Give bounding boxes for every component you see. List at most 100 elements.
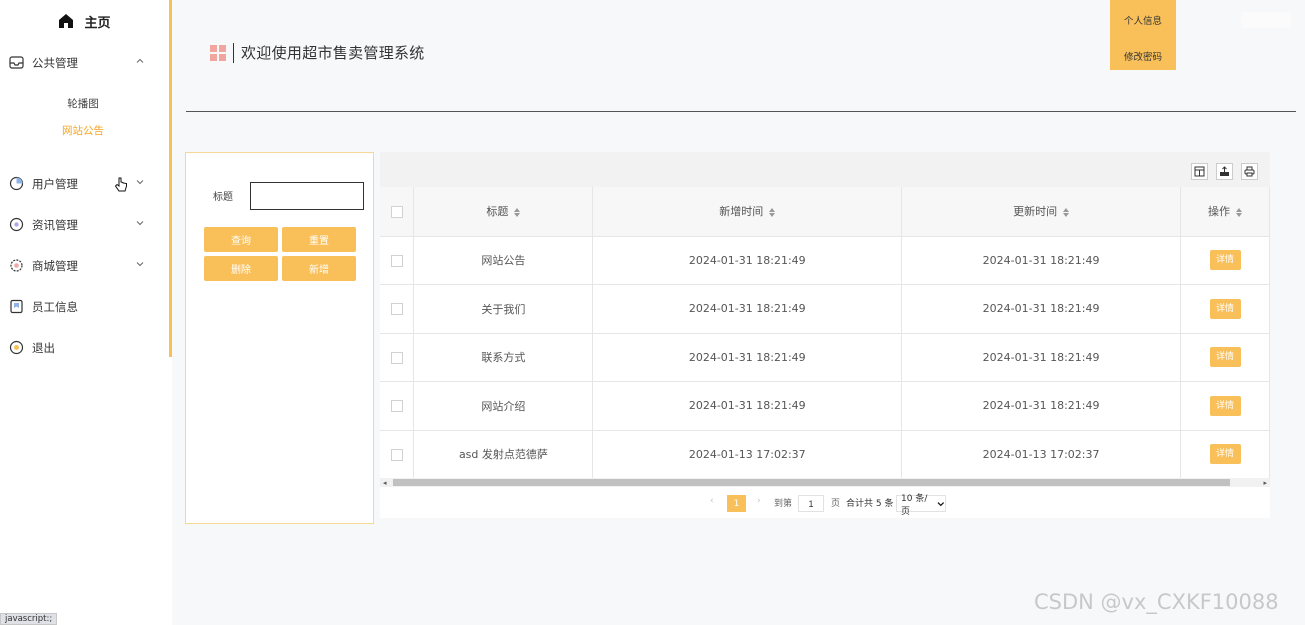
row-checkbox[interactable] bbox=[390, 351, 403, 364]
change-password-button[interactable]: 修改密码 bbox=[1110, 42, 1176, 70]
row-checkbox[interactable] bbox=[390, 448, 403, 461]
goto-page-input[interactable] bbox=[798, 495, 824, 512]
table-row: 联系方式 2024-01-31 18:21:49 2024-01-31 18:2… bbox=[380, 333, 1270, 382]
select-all-checkbox[interactable] bbox=[390, 205, 403, 218]
exit-icon bbox=[9, 340, 24, 355]
page-header: 欢迎使用超市售卖管理系统 个人信息 修改密码 bbox=[186, 0, 1296, 112]
notice-table: 标题 新增时间 更新时间 操作 网站公告 2024-01-31 18:21:49… bbox=[380, 187, 1270, 479]
scroll-left-icon[interactable]: ◂ bbox=[383, 479, 387, 487]
cell-created: 2024-01-31 18:21:49 bbox=[592, 381, 903, 431]
page-size-value: 10 条/页 bbox=[901, 493, 928, 517]
cell-title: asd 发射点范德萨 bbox=[413, 430, 594, 479]
title-divider bbox=[233, 42, 234, 63]
table-row: 网站介绍 2024-01-31 18:21:49 2024-01-31 18:2… bbox=[380, 381, 1270, 431]
print-icon bbox=[1244, 166, 1255, 177]
detail-button[interactable]: 详情 bbox=[1209, 347, 1241, 368]
cell-title: 网站介绍 bbox=[413, 381, 594, 431]
reset-button[interactable]: 重置 bbox=[282, 227, 356, 252]
search-panel: 标题 查询 重置 删除 新增 bbox=[185, 152, 374, 524]
prev-page-icon[interactable]: ‹ bbox=[710, 496, 714, 506]
status-bar-url: javascript:; bbox=[0, 613, 58, 625]
cell-title: 关于我们 bbox=[413, 284, 594, 334]
brand-home[interactable]: 主页 bbox=[0, 0, 169, 42]
cell-updated: 2024-01-31 18:21:49 bbox=[901, 284, 1181, 334]
row-checkbox[interactable] bbox=[390, 400, 403, 413]
page-title-row: 欢迎使用超市售卖管理系统 bbox=[210, 42, 425, 63]
column-updated-label: 更新时间 bbox=[1013, 205, 1058, 219]
page-size-select[interactable]: 10 条/页 bbox=[896, 494, 946, 517]
next-page-icon[interactable]: › bbox=[757, 496, 761, 506]
export-icon bbox=[1220, 166, 1229, 176]
cell-created: 2024-01-13 17:02:37 bbox=[592, 430, 903, 479]
column-title-label: 标题 bbox=[486, 205, 509, 219]
header-placeholder bbox=[1241, 12, 1291, 28]
horizontal-scrollbar[interactable]: ◂ ▸ bbox=[380, 478, 1270, 487]
sidebar-item-shop[interactable]: 商城管理 bbox=[0, 245, 169, 286]
page-unit-label: 页 bbox=[831, 499, 841, 509]
gear-icon bbox=[9, 258, 24, 273]
user-info-button[interactable]: 个人信息 bbox=[1110, 4, 1176, 35]
sidebar-background bbox=[0, 357, 172, 625]
scrollbar-thumb[interactable] bbox=[393, 479, 1230, 486]
column-header-created[interactable]: 新增时间 bbox=[592, 187, 903, 237]
column-header-action[interactable]: 操作 bbox=[1180, 187, 1270, 237]
sort-icon[interactable] bbox=[769, 207, 776, 217]
table-row: 关于我们 2024-01-31 18:21:49 2024-01-31 18:2… bbox=[380, 284, 1270, 334]
title-search-input[interactable] bbox=[250, 182, 364, 210]
detail-button[interactable]: 详情 bbox=[1209, 444, 1241, 465]
columns-icon bbox=[1194, 166, 1205, 177]
delete-button[interactable]: 删除 bbox=[204, 256, 278, 281]
current-page[interactable]: 1 bbox=[727, 495, 746, 512]
query-button[interactable]: 查询 bbox=[204, 227, 278, 252]
pagination: ‹ 1 › 到第 页 合计共 5 条 10 条/页 bbox=[380, 490, 1270, 518]
column-header-title[interactable]: 标题 bbox=[413, 187, 594, 237]
cell-created: 2024-01-31 18:21:49 bbox=[592, 284, 903, 334]
brand-label: 主页 bbox=[84, 15, 111, 31]
row-checkbox[interactable] bbox=[390, 254, 403, 267]
sidebar-item-news[interactable]: 资讯管理 bbox=[0, 204, 169, 245]
chevron-down-icon bbox=[136, 262, 144, 267]
sidebar-item-users[interactable]: 用户管理 bbox=[0, 163, 169, 204]
sort-icon[interactable] bbox=[1236, 207, 1242, 217]
sidebar-item-staff[interactable]: 员工信息 bbox=[0, 286, 169, 327]
sidebar-item-label: 用户管理 bbox=[32, 176, 78, 191]
print-button[interactable] bbox=[1241, 163, 1258, 180]
page-title: 欢迎使用超市售卖管理系统 bbox=[241, 44, 425, 62]
column-created-label: 新增时间 bbox=[719, 205, 764, 219]
hand-cursor-icon bbox=[114, 177, 127, 192]
table-toolbar bbox=[380, 152, 1270, 187]
news-icon bbox=[9, 217, 24, 232]
scroll-right-icon[interactable]: ▸ bbox=[1263, 479, 1267, 487]
cell-title: 联系方式 bbox=[413, 333, 594, 382]
add-button[interactable]: 新增 bbox=[282, 256, 356, 281]
sidebar-submenu: 轮播图 网站公告 bbox=[0, 83, 169, 151]
cell-updated: 2024-01-31 18:21:49 bbox=[901, 236, 1181, 285]
mailbox-icon bbox=[9, 55, 24, 70]
detail-button[interactable]: 详情 bbox=[1209, 298, 1241, 319]
table-header-row: 标题 新增时间 更新时间 操作 bbox=[380, 187, 1270, 237]
cell-created: 2024-01-31 18:21:49 bbox=[592, 236, 903, 285]
row-checkbox[interactable] bbox=[390, 303, 403, 316]
cell-updated: 2024-01-31 18:21:49 bbox=[901, 381, 1181, 431]
cell-created: 2024-01-31 18:21:49 bbox=[592, 333, 903, 382]
chevron-down-icon bbox=[136, 180, 144, 185]
chevron-down-icon bbox=[136, 221, 144, 226]
export-button[interactable] bbox=[1216, 163, 1233, 180]
user-circle-icon bbox=[9, 176, 24, 191]
sidebar: 主页 公共管理 轮播图 网站公告 用户管理 资讯管理 商城管理 员工信息 退出 bbox=[0, 0, 172, 357]
cell-title: 网站公告 bbox=[413, 236, 594, 285]
sidebar-subitem-carousel[interactable]: 轮播图 bbox=[0, 91, 169, 118]
detail-button[interactable]: 详情 bbox=[1209, 395, 1241, 416]
column-header-updated[interactable]: 更新时间 bbox=[901, 187, 1181, 237]
sort-icon[interactable] bbox=[1063, 207, 1070, 217]
detail-button[interactable]: 详情 bbox=[1209, 250, 1241, 271]
sidebar-item-public[interactable]: 公共管理 bbox=[0, 42, 169, 83]
cell-updated: 2024-01-13 17:02:37 bbox=[901, 430, 1181, 479]
app-root: 主页 公共管理 轮播图 网站公告 用户管理 资讯管理 商城管理 员工信息 退出 … bbox=[0, 0, 1305, 625]
data-table-panel: 标题 新增时间 更新时间 操作 网站公告 2024-01-31 18:21:49… bbox=[380, 152, 1270, 518]
columns-filter-button[interactable] bbox=[1191, 163, 1208, 180]
sidebar-item-label: 资讯管理 bbox=[32, 217, 78, 232]
bookmark-icon bbox=[9, 299, 24, 314]
sidebar-subitem-notice[interactable]: 网站公告 bbox=[0, 118, 169, 145]
sort-icon[interactable] bbox=[514, 207, 521, 217]
